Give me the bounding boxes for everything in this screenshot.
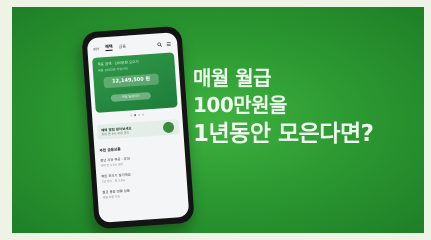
app-nav: MY 혜택 금융 xyxy=(87,32,178,55)
headline-line-2: 100만원을 xyxy=(193,93,287,117)
list-item[interactable]: 청년 자유 적금 · 우대 최대 연 4.5% 금리 xyxy=(100,152,181,168)
search-icon[interactable] xyxy=(157,42,163,47)
headline: 매월 월급 100만원을 1년동안 모은다면? xyxy=(193,65,374,149)
carousel-dot[interactable] xyxy=(142,113,145,116)
savings-summary-card[interactable]: 목표 금액 · 100만원 모으기 매월 100만원 자동이체 12,149,5… xyxy=(92,52,178,113)
card-amount: 12,149,500 원 xyxy=(103,73,160,89)
screenshot-frame: MY 혜택 금융 목표 금액 · 100만원 모으기 매월 100만원 자동이체… xyxy=(0,0,431,240)
carousel-dot-active[interactable] xyxy=(134,114,137,117)
list-item[interactable]: 목돈 모으기 정기예금 1년 만기 · 연 3.6% xyxy=(101,168,182,184)
promo-illustration-icon xyxy=(162,121,175,134)
carousel-dot[interactable] xyxy=(138,113,141,116)
card-subtext: 매월 100만원 자동이체 xyxy=(97,66,128,73)
nav-icon-group xyxy=(157,41,171,47)
card-action-button[interactable]: 목표 달성하기 xyxy=(110,92,152,102)
tab-my[interactable]: MY xyxy=(93,47,99,52)
tab-benefits[interactable]: 혜택 xyxy=(105,43,113,52)
list-item[interactable]: 월급 통장 연결 상품 매월 자동 저축 xyxy=(102,184,183,200)
phone-mockup: MY 혜택 금융 목표 금액 · 100만원 모으기 매월 100만원 자동이체… xyxy=(81,25,195,230)
headline-line-1: 매월 월급 xyxy=(193,66,272,90)
carousel-dot[interactable] xyxy=(130,114,133,117)
phone-screen: MY 혜택 금융 목표 금액 · 100만원 모으기 매월 100만원 자동이체… xyxy=(86,32,190,223)
promo-subtitle: 최대 연 4% 우대 금리 xyxy=(101,130,130,137)
benefit-promo-card[interactable]: 혜택 알림 받아보세요 최대 연 4% 우대 금리 xyxy=(96,119,180,140)
headline-line-3: 1년동안 모은다면? xyxy=(193,121,374,147)
promo-banner: MY 혜택 금융 목표 금액 · 100만원 모으기 매월 100만원 자동이체… xyxy=(12,7,424,233)
tab-finance[interactable]: 금융 xyxy=(118,44,126,50)
menu-icon[interactable] xyxy=(166,41,171,47)
